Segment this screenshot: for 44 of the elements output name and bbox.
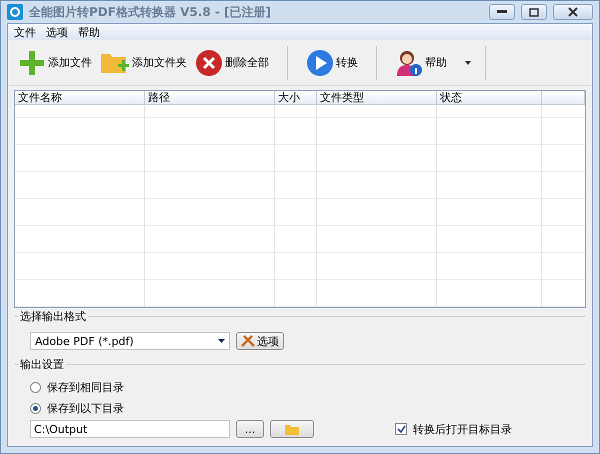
radio-button[interactable]	[30, 382, 41, 393]
format-dropdown[interactable]: Adobe PDF (*.pdf)	[30, 332, 230, 350]
toolbar-button[interactable]: 转换	[302, 44, 362, 80]
radio-label: 保存到相同目录	[47, 380, 124, 395]
play-icon	[306, 48, 334, 76]
radio-button[interactable]	[30, 403, 41, 414]
minimize-button[interactable]	[489, 4, 515, 20]
plus-icon	[18, 48, 46, 76]
caret-icon	[218, 339, 225, 343]
tools-icon	[241, 335, 255, 347]
column-header[interactable]: 文件名称	[15, 91, 145, 105]
toolbar-button[interactable]: 帮助	[391, 44, 451, 80]
column-header[interactable]: 文件类型	[317, 91, 437, 105]
open-folder-button[interactable]	[270, 420, 314, 438]
checkbox[interactable]	[395, 423, 407, 435]
menu-item[interactable]: 帮助	[78, 24, 100, 40]
checkmark-icon	[396, 424, 406, 434]
column-header[interactable]: 状态	[437, 91, 542, 105]
group-title: 输出设置	[18, 357, 66, 372]
menu-item[interactable]: 选项	[46, 24, 68, 40]
menu-item[interactable]: 文件	[14, 24, 36, 40]
column-header[interactable]: 大小	[275, 91, 317, 105]
toolbar-button[interactable]: 添加文件	[14, 44, 96, 80]
browse-button[interactable]: ...	[236, 420, 264, 438]
blank-column-header	[542, 91, 585, 105]
maximize-button[interactable]	[521, 4, 547, 20]
maximize-icon	[529, 8, 539, 16]
folder-icon	[285, 424, 299, 434]
person-info-icon	[395, 48, 423, 76]
app-icon	[7, 4, 23, 20]
column-header[interactable]: 路径	[145, 91, 275, 105]
toolbar-button[interactable]: 添加文件夹	[96, 44, 191, 80]
toolbar-button[interactable]: 删除全部	[191, 44, 273, 80]
options-button[interactable]: 选项	[236, 332, 284, 350]
minimize-icon	[497, 10, 507, 14]
output-path-field[interactable]: C:\Output	[30, 420, 230, 438]
group-title: 选择输出格式	[18, 309, 88, 324]
dropdown-caret-icon[interactable]	[465, 60, 471, 64]
close-icon	[568, 7, 578, 17]
radio-label: 保存到以下目录	[47, 401, 124, 416]
close-button[interactable]	[553, 4, 593, 20]
window-title: 全能图片转PDF格式转换器 V5.8 - [已注册]	[29, 4, 272, 20]
delete-icon	[195, 48, 223, 76]
checkbox-label: 转换后打开目标目录	[413, 422, 512, 436]
